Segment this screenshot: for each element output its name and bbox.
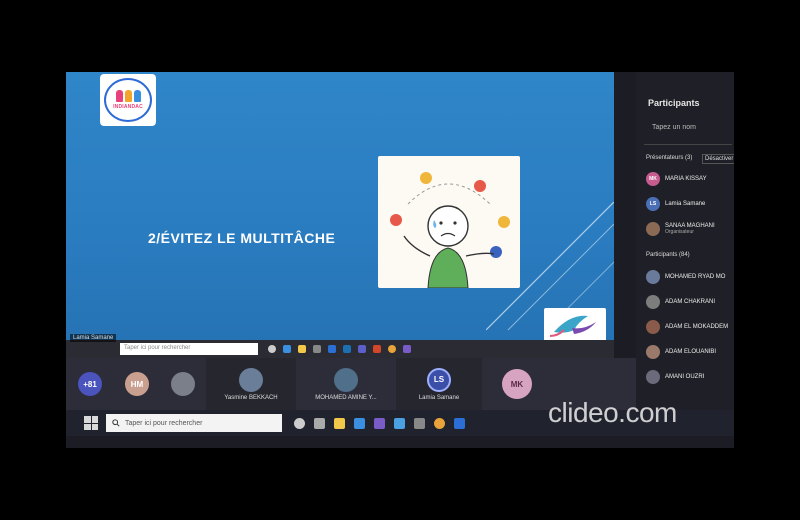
participant-search-input[interactable]: Tapez un nom: [652, 124, 696, 131]
participant-row[interactable]: MK MARIA KISSAY: [646, 172, 707, 186]
shared-screen-slide: INDIANDAC 2/ÉVITEZ LE MULTITÂCHE Lamia S…: [66, 72, 614, 358]
participant-name: ADAM CHAKRANI: [665, 299, 716, 305]
participant-row[interactable]: SANAA MAGHANI Organisateur: [646, 222, 715, 236]
store-icon: [313, 345, 321, 353]
slide-title: 2/ÉVITEZ LE MULTITÂCHE: [148, 230, 336, 246]
shared-screen-taskbar: Lamia Samane Taper ici pour rechercher: [66, 334, 614, 358]
mute-all-button[interactable]: Désactiver l: [702, 154, 734, 164]
teams-meeting-window: INDIANDAC 2/ÉVITEZ LE MULTITÂCHE Lamia S…: [66, 72, 734, 448]
avatar-photo: [646, 320, 660, 334]
task-view-icon: [268, 345, 276, 353]
video-tile[interactable]: HM: [114, 358, 160, 410]
presenters-section-label[interactable]: Présentateurs (3): [646, 155, 692, 161]
participant-row[interactable]: ADAM CHAKRANI: [646, 295, 715, 309]
edge-icon[interactable]: [354, 417, 365, 429]
app-icon: [403, 345, 411, 353]
taskbar-search-box[interactable]: Taper ici pour rechercher: [106, 414, 282, 432]
chrome-icon[interactable]: [434, 417, 445, 429]
word-icon: [343, 345, 351, 353]
shared-taskbar-icons: [268, 345, 411, 353]
video-tile[interactable]: MOHAMED AMINE Y...: [296, 358, 396, 410]
mail-icon: [328, 345, 336, 353]
participant-row[interactable]: ADAM EL MOKADDEM: [646, 320, 728, 334]
word-icon[interactable]: [454, 417, 465, 429]
tile-name: Yasmine BEKKACH: [224, 394, 278, 401]
video-tile[interactable]: LS Lamia Samane: [396, 358, 482, 410]
avatar-photo: [646, 270, 660, 284]
widgets-icon[interactable]: [314, 417, 325, 429]
powerpoint-icon: [373, 345, 381, 353]
explorer-icon: [298, 345, 306, 353]
task-view-icon[interactable]: [294, 417, 305, 429]
teams-icon[interactable]: [374, 417, 385, 429]
logo-text: INDIANDAC: [113, 104, 143, 110]
avatar-photo: [239, 367, 263, 392]
participant-name: MOHAMED RYAD MO: [665, 274, 726, 280]
shared-search-box: Taper ici pour rechercher: [120, 343, 258, 355]
windows-start-icon[interactable]: [84, 416, 98, 430]
avatar-photo: [646, 345, 660, 359]
teams-icon: [358, 345, 366, 353]
clideo-watermark: clideo.com: [548, 397, 677, 428]
avatar: MK: [502, 369, 532, 399]
participants-panel: Participants Tapez un nom Présentateurs …: [636, 72, 734, 410]
panel-title: Participants: [648, 98, 700, 108]
chrome-icon: [388, 345, 396, 353]
video-tile[interactable]: MK: [482, 358, 552, 410]
avatar-photo: [646, 370, 660, 384]
avatar: LS: [427, 367, 451, 392]
participant-row[interactable]: ADAM ELOUANIBI: [646, 345, 716, 359]
video-tile[interactable]: Yasmine BEKKACH: [206, 358, 296, 410]
participant-name: ADAM ELOUANIBI: [665, 349, 717, 355]
presenter-name-tag: Lamia Samane: [70, 334, 117, 342]
avatar: HM: [125, 372, 149, 396]
bird-logo: [544, 308, 606, 342]
avatar: LS: [646, 197, 660, 211]
edge-icon: [283, 345, 291, 353]
participant-row[interactable]: AMANI OUZRI: [646, 370, 704, 384]
participant-name: MARIA KISSAY: [665, 176, 707, 182]
avatar: MK: [646, 172, 660, 186]
tile-name: Lamia Samane: [418, 394, 460, 401]
participant-role: Organisateur: [665, 229, 694, 235]
participant-name: ADAM EL MOKADDEM: [665, 324, 729, 330]
taskbar-icons: [294, 417, 465, 429]
search-icon: [112, 419, 120, 427]
taskbar-search-placeholder: Taper ici pour rechercher: [125, 419, 203, 427]
participant-row[interactable]: LS Lamia Samane: [646, 197, 705, 211]
attendees-section-label[interactable]: Participants (84): [646, 252, 690, 258]
avatar-photo: [646, 295, 660, 309]
juggling-person-illustration: [378, 156, 520, 289]
avatar-photo: [646, 222, 660, 236]
divider: [644, 144, 732, 145]
file-explorer-icon[interactable]: [334, 417, 345, 429]
video-tile[interactable]: [160, 358, 206, 410]
participant-name: AMANI OUZRI: [665, 374, 705, 380]
store-icon[interactable]: [414, 417, 425, 429]
avatar-photo: [334, 367, 358, 392]
indiandac-logo: INDIANDAC: [100, 74, 156, 126]
participant-name: Lamia Samane: [665, 201, 706, 207]
avatar-photo: [171, 372, 195, 396]
participant-row[interactable]: MOHAMED RYAD MO: [646, 270, 725, 284]
mail-icon[interactable]: [394, 417, 405, 429]
overflow-count: +81: [78, 372, 102, 396]
tile-name: MOHAMED AMINE Y...: [315, 394, 377, 401]
overflow-tile[interactable]: +81: [66, 358, 114, 410]
